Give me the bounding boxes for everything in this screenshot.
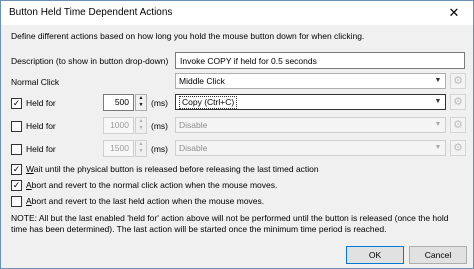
held-for-2-unit: (ms) xyxy=(151,121,168,131)
held-for-1-action-value: Copy (Ctrl+C) xyxy=(179,96,238,109)
spin-down-icon: ▼ xyxy=(138,125,144,131)
checkmark-icon: ✓ xyxy=(12,180,21,190)
description-label: Description (to show in button drop-down… xyxy=(11,56,169,66)
cancel-button[interactable]: Cancel xyxy=(409,246,467,264)
gear-icon[interactable]: ⚙ xyxy=(450,73,466,89)
held-for-1-checkbox[interactable]: ✓ xyxy=(11,98,22,109)
held-for-2-ms-input: 1000 xyxy=(103,117,134,134)
wait-release-label: Wait until the physical button is releas… xyxy=(26,164,319,174)
chevron-down-icon: ▼ xyxy=(434,98,442,105)
held-for-3-checkbox[interactable] xyxy=(11,144,22,155)
held-for-2-spinner: ▲ ▼ xyxy=(135,117,147,134)
wait-release-checkbox[interactable]: ✓ xyxy=(11,164,22,175)
chevron-down-icon: ▼ xyxy=(434,144,442,151)
description-input[interactable]: Invoke COPY if held for 0.5 seconds xyxy=(175,52,465,69)
abort-last-held-label: Abort and revert to the last held action… xyxy=(26,196,265,206)
note-text: NOTE: All but the last enabled 'held for… xyxy=(11,213,449,234)
checkmark-icon: ✓ xyxy=(12,98,21,108)
abort-normal-checkbox[interactable]: ✓ xyxy=(11,180,22,191)
dialog-window: Button Held Time Dependent Actions ✕ Def… xyxy=(0,0,474,269)
held-for-2-action-dropdown: Disable ▼ xyxy=(175,117,446,133)
held-for-3-ms-input: 1500 xyxy=(103,140,134,157)
held-for-1-spinner[interactable]: ▲ ▼ xyxy=(135,94,147,111)
held-for-1-unit: (ms) xyxy=(151,98,168,108)
window-title: Button Held Time Dependent Actions xyxy=(9,7,173,18)
spin-up-icon: ▲ xyxy=(138,118,144,124)
close-icon[interactable]: ✕ xyxy=(441,3,467,23)
held-for-2-label: Held for xyxy=(26,121,56,131)
held-for-1-action-dropdown[interactable]: Copy (Ctrl+C) ▼ xyxy=(175,94,446,110)
normal-click-action-dropdown[interactable]: Middle Click ▼ xyxy=(175,73,446,89)
title-bar: Button Held Time Dependent Actions ✕ xyxy=(1,1,473,25)
held-for-3-action-dropdown: Disable ▼ xyxy=(175,140,446,156)
normal-click-label: Normal Click xyxy=(11,77,60,87)
held-for-3-unit: (ms) xyxy=(151,144,168,154)
gear-icon[interactable]: ⚙ xyxy=(450,94,466,110)
spin-up-icon[interactable]: ▲ xyxy=(136,95,146,102)
held-for-3-spinner: ▲ ▼ xyxy=(135,140,147,157)
held-for-3-action-value: Disable xyxy=(179,143,208,153)
chevron-down-icon: ▼ xyxy=(434,121,442,128)
spin-down-icon: ▼ xyxy=(138,148,144,154)
gear-icon: ⚙ xyxy=(450,140,466,156)
intro-text: Define different actions based on how lo… xyxy=(11,31,365,41)
normal-click-action-value: Middle Click xyxy=(179,76,225,86)
spin-up-icon: ▲ xyxy=(138,141,144,147)
held-for-2-checkbox[interactable] xyxy=(11,121,22,132)
abort-normal-label: Abort and revert to the normal click act… xyxy=(26,180,278,190)
abort-last-held-checkbox[interactable] xyxy=(11,196,22,207)
spin-down-icon[interactable]: ▼ xyxy=(136,102,146,109)
held-for-1-ms-input[interactable]: 500 xyxy=(103,94,134,111)
held-for-1-label: Held for xyxy=(26,98,56,108)
held-for-3-label: Held for xyxy=(26,144,56,154)
gear-icon: ⚙ xyxy=(450,117,466,133)
held-for-2-action-value: Disable xyxy=(179,120,208,130)
ok-button[interactable]: OK xyxy=(346,246,404,264)
chevron-down-icon: ▼ xyxy=(434,77,442,84)
checkmark-icon: ✓ xyxy=(12,164,21,174)
